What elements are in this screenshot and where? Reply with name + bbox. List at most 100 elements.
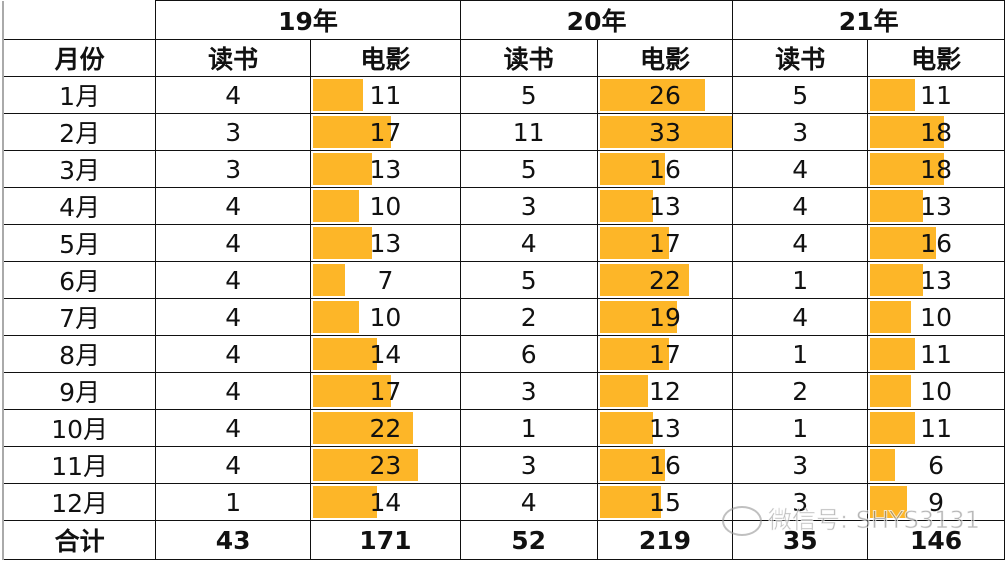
month-cell[interactable]: 8月 bbox=[2, 335, 157, 373]
year-header-20[interactable]: 20年 bbox=[459, 0, 734, 40]
reading-cell[interactable]: 4 bbox=[155, 372, 312, 410]
movie-cell[interactable]: 13 bbox=[596, 409, 734, 447]
month-cell[interactable]: 11月 bbox=[2, 446, 157, 484]
reading-cell[interactable]: 5 bbox=[459, 76, 598, 114]
movie-cell[interactable]: 7 bbox=[310, 261, 461, 299]
movie-cell[interactable]: 11 bbox=[310, 76, 461, 114]
month-header[interactable]: 月份 bbox=[2, 39, 157, 77]
movie-cell[interactable]: 23 bbox=[310, 446, 461, 484]
reading-header[interactable]: 读书 bbox=[155, 39, 312, 77]
month-cell[interactable]: 12月 bbox=[2, 483, 157, 521]
movie-cell[interactable]: 10 bbox=[867, 298, 1005, 336]
reading-cell[interactable]: 3 bbox=[155, 113, 312, 151]
reading-cell[interactable]: 4 bbox=[732, 224, 869, 262]
month-cell[interactable]: 9月 bbox=[2, 372, 157, 410]
reading-cell[interactable]: 4 bbox=[155, 446, 312, 484]
reading-cell[interactable]: 4 bbox=[459, 224, 598, 262]
movie-cell[interactable]: 16 bbox=[596, 446, 734, 484]
movie-cell[interactable]: 14 bbox=[310, 335, 461, 373]
reading-cell[interactable]: 4 bbox=[155, 224, 312, 262]
movie-cell[interactable]: 13 bbox=[310, 150, 461, 188]
reading-cell[interactable]: 4 bbox=[732, 150, 869, 188]
reading-cell[interactable]: 3 bbox=[459, 372, 598, 410]
reading-cell[interactable]: 3 bbox=[155, 150, 312, 188]
total-cell[interactable]: 219 bbox=[596, 520, 734, 560]
reading-cell[interactable]: 3 bbox=[459, 446, 598, 484]
reading-cell[interactable]: 4 bbox=[155, 187, 312, 225]
reading-cell[interactable]: 4 bbox=[732, 298, 869, 336]
movie-cell[interactable]: 19 bbox=[596, 298, 734, 336]
movie-cell[interactable]: 10 bbox=[310, 298, 461, 336]
cell-value: 10 bbox=[920, 302, 952, 332]
movie-cell[interactable]: 33 bbox=[596, 113, 734, 151]
reading-cell[interactable]: 6 bbox=[459, 335, 598, 373]
movie-cell[interactable]: 11 bbox=[867, 409, 1005, 447]
reading-cell[interactable]: 5 bbox=[459, 150, 598, 188]
month-cell[interactable]: 3月 bbox=[2, 150, 157, 188]
reading-cell[interactable]: 11 bbox=[459, 113, 598, 151]
movie-header[interactable]: 电影 bbox=[596, 39, 734, 77]
month-cell[interactable]: 7月 bbox=[2, 298, 157, 336]
movie-header[interactable]: 电影 bbox=[310, 39, 461, 77]
movie-cell[interactable]: 14 bbox=[310, 483, 461, 521]
movie-cell[interactable]: 13 bbox=[867, 261, 1005, 299]
reading-cell[interactable]: 5 bbox=[732, 76, 869, 114]
movie-cell[interactable]: 17 bbox=[596, 224, 734, 262]
reading-cell[interactable]: 1 bbox=[732, 409, 869, 447]
reading-cell[interactable]: 1 bbox=[732, 335, 869, 373]
reading-cell[interactable]: 2 bbox=[459, 298, 598, 336]
total-cell[interactable]: 43 bbox=[155, 520, 312, 560]
blank-header-cell[interactable] bbox=[2, 0, 157, 40]
movie-cell[interactable]: 13 bbox=[867, 187, 1005, 225]
year-header-21[interactable]: 21年 bbox=[732, 0, 1005, 40]
month-cell[interactable]: 6月 bbox=[2, 261, 157, 299]
reading-cell[interactable]: 5 bbox=[459, 261, 598, 299]
month-cell[interactable]: 5月 bbox=[2, 224, 157, 262]
reading-cell[interactable]: 4 bbox=[459, 483, 598, 521]
reading-cell[interactable]: 4 bbox=[155, 76, 312, 114]
cell-value: 13 bbox=[649, 413, 681, 443]
reading-cell[interactable]: 4 bbox=[155, 298, 312, 336]
reading-cell[interactable]: 4 bbox=[155, 409, 312, 447]
movie-cell[interactable]: 12 bbox=[596, 372, 734, 410]
movie-cell[interactable]: 11 bbox=[867, 335, 1005, 373]
movie-cell[interactable]: 17 bbox=[310, 372, 461, 410]
reading-cell[interactable]: 2 bbox=[732, 372, 869, 410]
reading-cell[interactable]: 4 bbox=[155, 335, 312, 373]
movie-cell[interactable]: 6 bbox=[867, 446, 1005, 484]
movie-cell[interactable]: 13 bbox=[310, 224, 461, 262]
movie-cell[interactable]: 15 bbox=[596, 483, 734, 521]
movie-cell[interactable]: 16 bbox=[596, 150, 734, 188]
movie-cell[interactable]: 18 bbox=[867, 150, 1005, 188]
movie-cell[interactable]: 18 bbox=[867, 113, 1005, 151]
movie-cell[interactable]: 17 bbox=[596, 335, 734, 373]
movie-cell[interactable]: 13 bbox=[596, 187, 734, 225]
movie-cell[interactable]: 26 bbox=[596, 76, 734, 114]
reading-cell[interactable]: 4 bbox=[155, 261, 312, 299]
movie-cell[interactable]: 22 bbox=[596, 261, 734, 299]
movie-cell[interactable]: 10 bbox=[310, 187, 461, 225]
reading-cell[interactable]: 3 bbox=[459, 187, 598, 225]
reading-cell[interactable]: 4 bbox=[732, 187, 869, 225]
movie-header[interactable]: 电影 bbox=[867, 39, 1005, 77]
reading-cell[interactable]: 3 bbox=[732, 446, 869, 484]
reading-cell[interactable]: 1 bbox=[459, 409, 598, 447]
total-label[interactable]: 合计 bbox=[2, 520, 157, 560]
movie-cell[interactable]: 10 bbox=[867, 372, 1005, 410]
movie-cell[interactable]: 22 bbox=[310, 409, 461, 447]
reading-cell[interactable]: 1 bbox=[155, 483, 312, 521]
total-cell[interactable]: 171 bbox=[310, 520, 461, 560]
movie-cell[interactable]: 17 bbox=[310, 113, 461, 151]
month-cell[interactable]: 4月 bbox=[2, 187, 157, 225]
month-cell[interactable]: 2月 bbox=[2, 113, 157, 151]
month-cell[interactable]: 10月 bbox=[2, 409, 157, 447]
reading-cell[interactable]: 1 bbox=[732, 261, 869, 299]
total-cell[interactable]: 52 bbox=[459, 520, 598, 560]
year-header-19[interactable]: 19年 bbox=[155, 0, 461, 40]
reading-cell[interactable]: 3 bbox=[732, 113, 869, 151]
movie-cell[interactable]: 11 bbox=[867, 76, 1005, 114]
reading-header[interactable]: 读书 bbox=[732, 39, 869, 77]
month-cell[interactable]: 1月 bbox=[2, 76, 157, 114]
movie-cell[interactable]: 16 bbox=[867, 224, 1005, 262]
reading-header[interactable]: 读书 bbox=[459, 39, 598, 77]
